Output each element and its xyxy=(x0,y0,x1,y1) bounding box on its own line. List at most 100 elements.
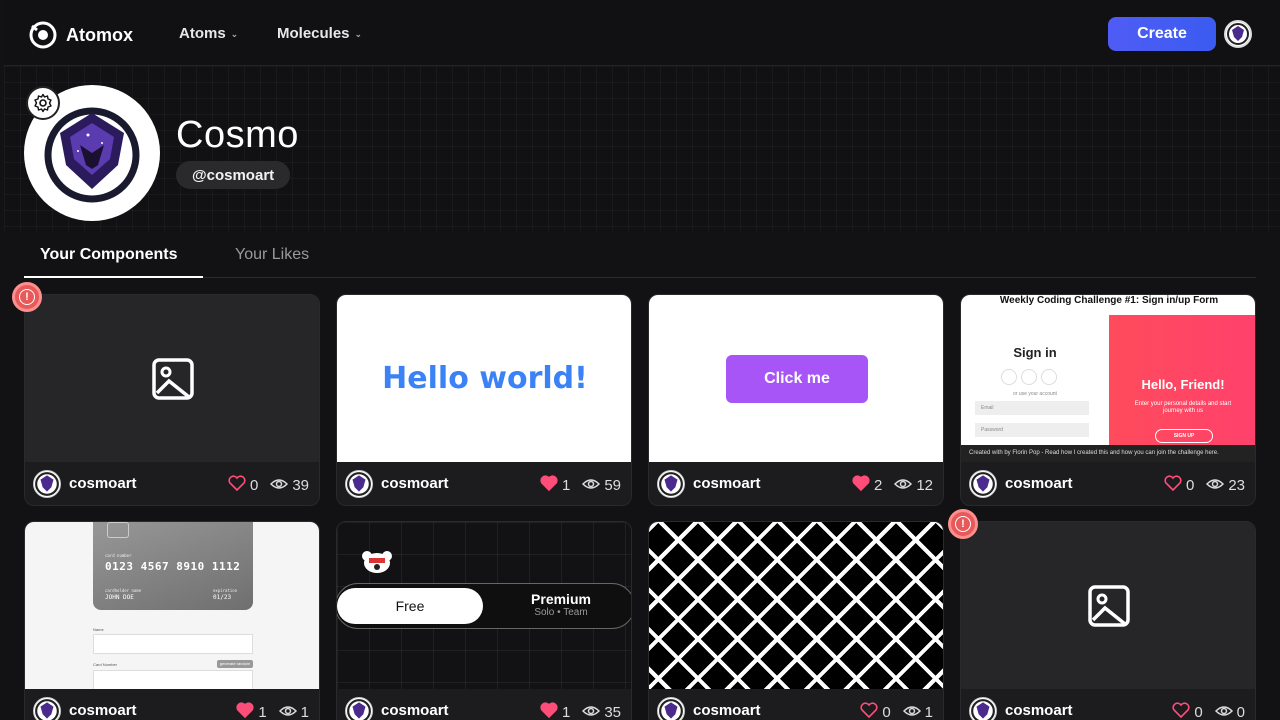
card-stats: 0 0 xyxy=(1172,702,1245,720)
author-name[interactable]: cosmoart xyxy=(693,702,761,719)
views-count: 1 xyxy=(924,703,933,720)
eye-icon xyxy=(582,704,601,720)
heart-filled-icon[interactable] xyxy=(852,475,870,495)
heart-filled-icon[interactable] xyxy=(540,702,558,720)
author-avatar[interactable] xyxy=(33,697,61,720)
cardholder-name: JOHN DOE xyxy=(105,594,134,601)
chevron-down-icon: ⌄ xyxy=(230,29,239,39)
likes-count: 2 xyxy=(873,476,883,494)
views-count: 59 xyxy=(604,476,621,494)
heart-filled-icon[interactable] xyxy=(236,702,254,720)
hello-world-text: Hello world! xyxy=(382,361,588,396)
author-name[interactable]: cosmoart xyxy=(69,475,137,492)
tab-your-likes[interactable]: Your Likes xyxy=(235,246,309,264)
friend-heading: Hello, Friend! xyxy=(1141,377,1225,392)
tab-your-components[interactable]: Your Components xyxy=(40,246,177,264)
cosmo-avatar-icon xyxy=(971,699,995,720)
author-name[interactable]: cosmoart xyxy=(693,475,761,492)
heart-outline-icon[interactable] xyxy=(1164,475,1182,495)
nav-molecules-menu[interactable]: Molecules ⌄ xyxy=(277,25,362,42)
warning-badge[interactable]: ! xyxy=(12,282,42,312)
heart-outline-icon[interactable] xyxy=(228,475,246,495)
create-button[interactable]: Create xyxy=(1108,17,1216,51)
component-card[interactable]: Click me cosmoart 2 12 xyxy=(648,294,944,506)
author-name[interactable]: cosmoart xyxy=(1005,702,1073,719)
views-count: 39 xyxy=(292,476,309,494)
nav-atoms-label: Atoms xyxy=(179,25,226,42)
component-card[interactable]: Free Premium Solo • Team cosmoart 1 35 xyxy=(336,521,632,720)
heart-outline-icon[interactable] xyxy=(860,702,878,720)
warning-badge[interactable]: ! xyxy=(948,509,978,539)
top-nav: Atomox Atoms ⌄ Molecules ⌄ Create xyxy=(4,0,1280,66)
card-stats: 1 35 xyxy=(540,702,621,720)
likes-count: 0 xyxy=(882,703,891,720)
card-stats: 0 39 xyxy=(228,475,309,495)
card-chip-icon xyxy=(107,522,129,538)
component-preview[interactable]: Weekly Coding Challenge #1: Sign in/up F… xyxy=(961,295,1255,462)
card-stats: 0 23 xyxy=(1164,475,1245,495)
author-avatar[interactable] xyxy=(33,470,61,498)
component-card[interactable]: Weekly Coding Challenge #1: Sign in/up F… xyxy=(960,294,1256,506)
brand-name: Atomox xyxy=(66,24,133,45)
card-footer: cosmoart 0 1 xyxy=(649,689,943,720)
name-field xyxy=(93,634,253,654)
card-number: 0123 4567 8910 1112 xyxy=(105,560,241,573)
author-name[interactable]: cosmoart xyxy=(69,702,137,719)
likes-count: 1 xyxy=(258,703,267,720)
card-footer: cosmoart 0 39 xyxy=(25,462,319,505)
author-name[interactable]: cosmoart xyxy=(1005,475,1073,492)
image-placeholder-icon xyxy=(152,357,194,400)
cosmo-avatar-icon xyxy=(35,472,59,496)
heart-outline-icon[interactable] xyxy=(1172,702,1190,720)
component-preview[interactable]: Free Premium Solo • Team xyxy=(337,522,631,689)
author-avatar[interactable] xyxy=(345,697,373,720)
heart-filled-icon[interactable] xyxy=(540,475,558,495)
chevron-down-icon: ⌄ xyxy=(354,29,363,39)
likes-count: 1 xyxy=(561,703,571,720)
click-me-button[interactable]: Click me xyxy=(726,355,868,403)
author-avatar[interactable] xyxy=(969,470,997,498)
author-avatar[interactable] xyxy=(657,697,685,720)
name-field-label: Name xyxy=(93,627,104,632)
brand-logo[interactable]: Atomox xyxy=(28,20,133,50)
card-stats: 1 1 xyxy=(236,702,309,720)
component-preview[interactable]: Hello world! xyxy=(337,295,631,462)
user-avatar[interactable] xyxy=(1224,20,1252,48)
nav-atoms-menu[interactable]: Atoms ⌄ xyxy=(179,25,238,42)
cosmo-avatar-icon xyxy=(347,699,371,720)
eye-icon xyxy=(1214,704,1233,720)
component-card[interactable]: cosmoart 0 0 xyxy=(960,521,1256,720)
profile-handle: @cosmoart xyxy=(176,161,291,189)
free-option: Free xyxy=(337,588,483,624)
author-name[interactable]: cosmoart xyxy=(381,475,449,492)
gear-icon xyxy=(34,93,52,113)
author-name[interactable]: cosmoart xyxy=(381,702,449,719)
component-card[interactable]: card number 0123 4567 8910 1112 cardhold… xyxy=(24,521,320,720)
friend-text: Enter your personal details and start jo… xyxy=(1134,401,1232,414)
views-count: 0 xyxy=(1236,703,1245,720)
card-stats: 1 59 xyxy=(540,475,621,495)
likes-count: 1 xyxy=(561,476,571,494)
author-avatar[interactable] xyxy=(657,470,685,498)
generate-random-tag: generate random xyxy=(217,660,253,668)
component-card[interactable]: cosmoart 0 39 xyxy=(24,294,320,506)
author-avatar[interactable] xyxy=(969,697,997,720)
component-card[interactable]: Hello world! cosmoart 1 59 xyxy=(336,294,632,506)
eye-icon xyxy=(278,704,297,720)
eye-icon xyxy=(902,704,921,720)
cosmo-emblem-icon xyxy=(44,107,140,203)
profile-settings-button[interactable] xyxy=(26,86,60,120)
profile-name: Cosmo xyxy=(176,114,299,156)
component-preview[interactable]: card number 0123 4567 8910 1112 cardhold… xyxy=(25,522,319,689)
card-footer: cosmoart 2 12 xyxy=(649,462,943,505)
component-preview[interactable] xyxy=(961,522,1255,689)
component-card[interactable]: cosmoart 0 1 xyxy=(648,521,944,720)
expiration-value: 01/23 xyxy=(213,594,232,601)
card-footer: cosmoart 0 0 xyxy=(961,689,1255,720)
component-preview[interactable] xyxy=(649,522,943,689)
component-preview[interactable]: Click me xyxy=(649,295,943,462)
author-avatar[interactable] xyxy=(345,470,373,498)
signup-button: SIGN UP xyxy=(1155,429,1213,443)
component-preview[interactable] xyxy=(25,295,319,462)
likes-count: 0 xyxy=(249,476,259,494)
